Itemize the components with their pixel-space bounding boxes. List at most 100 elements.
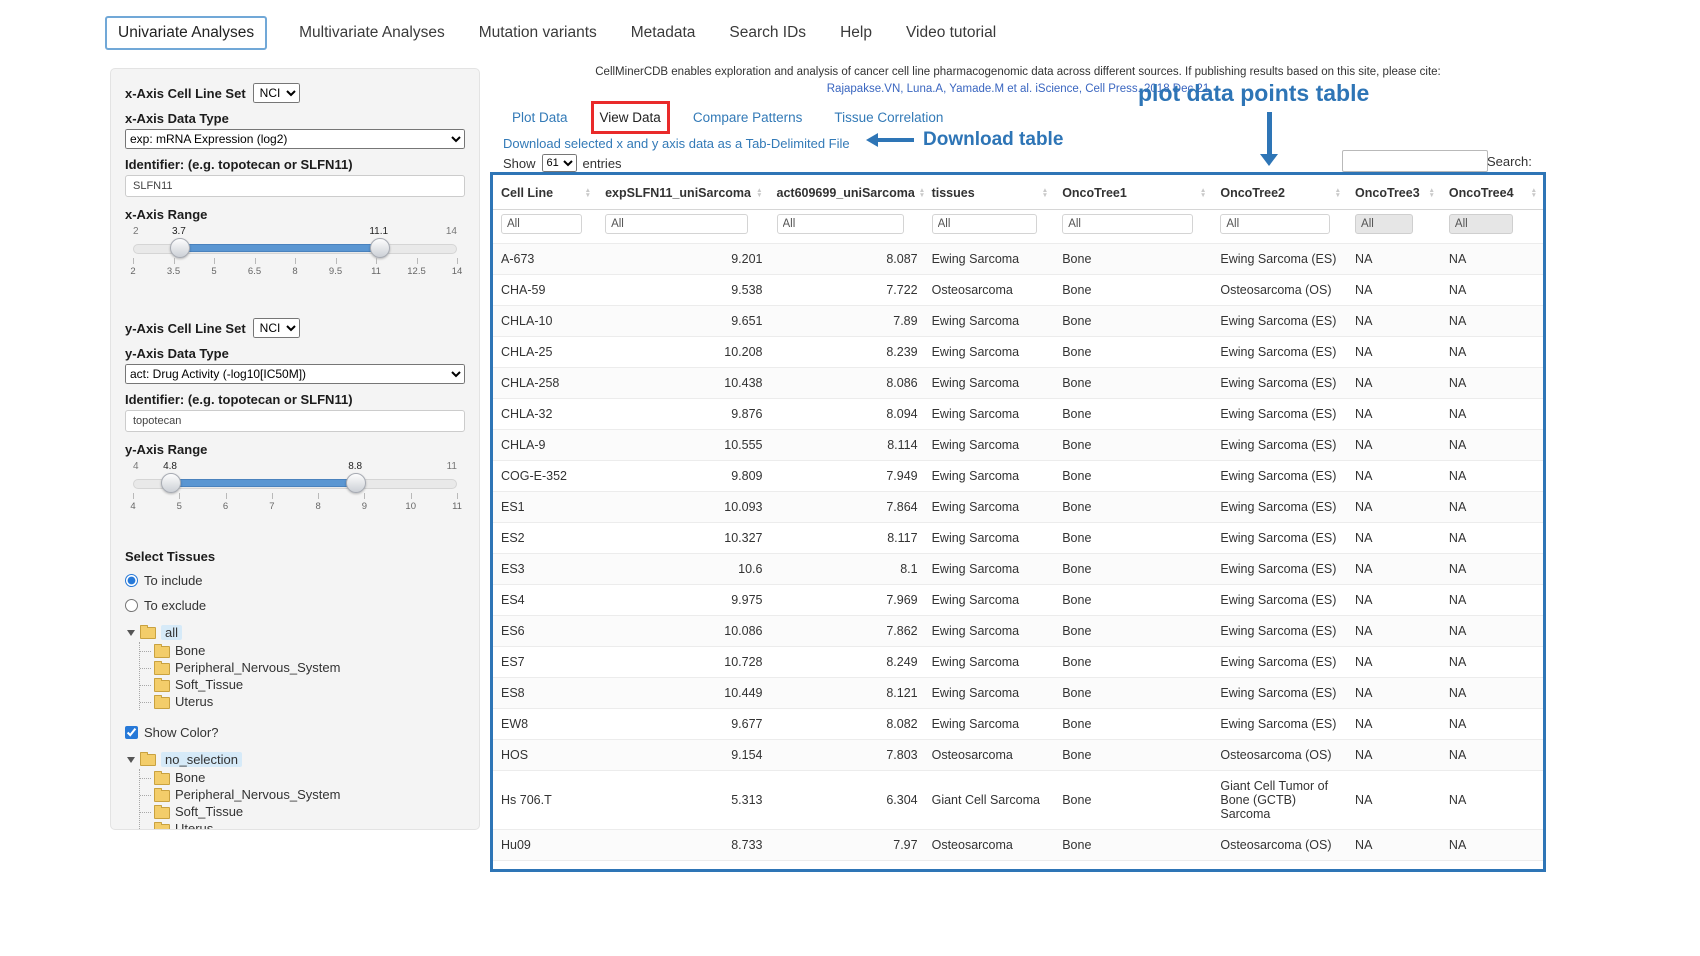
y-identifier-input[interactable] [125, 410, 465, 432]
column-header-tissues[interactable]: tissues▲▼ [924, 175, 1055, 210]
sort-icon[interactable]: ▲▼ [1428, 188, 1434, 198]
tree-node-bone[interactable]: Bone [154, 642, 465, 659]
x-data-type-select[interactable]: exp: mRNA Expression (log2) [125, 129, 465, 149]
show-label: Show [503, 156, 536, 171]
tree-node-label[interactable]: Uterus [175, 694, 213, 709]
tree-node-label[interactable]: Bone [175, 643, 205, 658]
x-slider-active-bar[interactable] [179, 244, 379, 252]
x-slider-handle-to[interactable] [370, 238, 390, 258]
sort-icon[interactable]: ▲▼ [585, 188, 591, 198]
sort-icon[interactable]: ▲▼ [1531, 188, 1537, 198]
show-color-row[interactable]: Show Color? [125, 723, 465, 741]
nav-tab-video-tutorial[interactable]: Video tutorial [904, 16, 998, 50]
table-row: KHOS NP8.3437.371OsteosarcomaBoneOsteosa… [493, 861, 1543, 873]
column-filter-oncotree2[interactable] [1220, 214, 1329, 234]
citation-text: CellMinerCDB enables exploration and ana… [595, 66, 1441, 78]
table-cell: 10.208 [597, 337, 768, 368]
tree-node-soft-tissue[interactable]: Soft_Tissue [154, 803, 465, 820]
sort-icon[interactable]: ▲▼ [1335, 188, 1341, 198]
tree-node-peripheral-nervous-system[interactable]: Peripheral_Nervous_System [154, 659, 465, 676]
table-cell: 8.733 [597, 830, 768, 861]
column-header-oncotree4[interactable]: OncoTree4▲▼ [1441, 175, 1543, 210]
y-cell-line-set-select[interactable]: NCI [253, 318, 300, 338]
x-slider-handle-from[interactable] [170, 238, 190, 258]
table-cell: KHOS NP [493, 861, 597, 873]
column-filter-oncotree1[interactable] [1062, 214, 1193, 234]
y-slider-handle-from[interactable] [161, 473, 181, 493]
subtab-view-data[interactable]: View Data [600, 110, 661, 125]
tree-node-label[interactable]: Soft_Tissue [175, 677, 243, 692]
tree-node-label[interactable]: Uterus [175, 821, 213, 830]
search-input[interactable] [1342, 150, 1488, 172]
sort-icon[interactable]: ▲▼ [756, 188, 762, 198]
nav-tab-multivariate-analyses[interactable]: Multivariate Analyses [297, 16, 447, 50]
subtab-compare-patterns[interactable]: Compare Patterns [693, 110, 803, 125]
x-identifier-input[interactable] [125, 175, 465, 197]
tree-node-bone[interactable]: Bone [154, 769, 465, 786]
sort-icon[interactable]: ▲▼ [1042, 188, 1048, 198]
include-tree-root-label[interactable]: all [161, 625, 182, 640]
tree-node-label[interactable]: Soft_Tissue [175, 804, 243, 819]
slider-tick [336, 258, 337, 264]
column-filter-oncotree3[interactable] [1355, 214, 1413, 234]
column-filter-cell-line[interactable] [501, 214, 582, 234]
entries-count-select[interactable]: 61 [542, 154, 577, 172]
subtab-plot-data[interactable]: Plot Data [512, 110, 568, 125]
y-slider-active-bar[interactable] [170, 479, 355, 487]
to-include-radio[interactable] [125, 574, 138, 587]
column-header-oncotree2[interactable]: OncoTree2▲▼ [1212, 175, 1347, 210]
table-row: Hs 706.T5.3136.304Giant Cell SarcomaBone… [493, 771, 1543, 830]
y-slider-grid: 4567891011 [133, 493, 457, 517]
nav-tab-help[interactable]: Help [838, 16, 874, 50]
sort-icon[interactable]: ▲▼ [919, 188, 924, 198]
column-header-oncotree3[interactable]: OncoTree3▲▼ [1347, 175, 1441, 210]
tree-node-uterus[interactable]: Uterus [154, 820, 465, 830]
column-header-cell-line[interactable]: Cell Line▲▼ [493, 175, 597, 210]
table-cell: 8.082 [769, 709, 924, 740]
column-filter-expslfn11-unisarcoma[interactable] [605, 214, 748, 234]
column-header-oncotree1[interactable]: OncoTree1▲▼ [1054, 175, 1212, 210]
x-cell-line-set-select[interactable]: NCI [253, 83, 300, 103]
tree-node-peripheral-nervous-system[interactable]: Peripheral_Nervous_System [154, 786, 465, 803]
download-tsv-link[interactable]: Download selected x and y axis data as a… [503, 136, 850, 151]
column-filter-oncotree4[interactable] [1449, 214, 1514, 234]
tree-node-label[interactable]: Bone [175, 770, 205, 785]
exclude-tree-root-label[interactable]: no_selection [161, 752, 242, 767]
y-slider-handle-to[interactable] [346, 473, 366, 493]
tree-node-label[interactable]: Peripheral_Nervous_System [175, 660, 340, 675]
column-filter-tissues[interactable] [932, 214, 1037, 234]
column-header-act609699-unisarcoma[interactable]: act609699_uniSarcoma▲▼ [769, 175, 924, 210]
table-cell: Osteosarcoma (OS) [1212, 830, 1347, 861]
show-color-checkbox[interactable] [125, 726, 138, 739]
sort-icon[interactable]: ▲▼ [1200, 188, 1206, 198]
table-cell: Bone [1054, 616, 1212, 647]
down-arrow-icon [1260, 112, 1278, 166]
citation-link[interactable]: Rajapakse.VN, Luna.A, Yamade.M et al. iS… [490, 83, 1546, 95]
nav-tab-metadata[interactable]: Metadata [629, 16, 698, 50]
column-filter-act609699-unisarcoma[interactable] [777, 214, 905, 234]
nav-tab-search-ids[interactable]: Search IDs [727, 16, 808, 50]
table-cell: NA [1441, 399, 1543, 430]
nav-tab-univariate-analyses[interactable]: Univariate Analyses [105, 16, 267, 50]
to-include-radio-row[interactable]: To include [125, 571, 465, 589]
table-cell: Bone [1054, 275, 1212, 306]
slider-tick [411, 493, 412, 499]
table-cell: ES3 [493, 554, 597, 585]
column-header-expslfn11-unisarcoma[interactable]: expSLFN11_uniSarcoma▲▼ [597, 175, 768, 210]
to-exclude-radio[interactable] [125, 599, 138, 612]
x-cell-line-set-label: x-Axis Cell Line Set [125, 86, 246, 101]
nav-tab-mutation-variants[interactable]: Mutation variants [477, 16, 599, 50]
subtab-tissue-correlation[interactable]: Tissue Correlation [834, 110, 943, 125]
tree-node-soft-tissue[interactable]: Soft_Tissue [154, 676, 465, 693]
x-axis-range-slider[interactable]: 2 14 3.7 11.1 23.556.589.51112.514 [133, 238, 457, 290]
tree-caret-icon[interactable] [127, 757, 135, 763]
to-exclude-radio-row[interactable]: To exclude [125, 596, 465, 614]
y-axis-range-slider[interactable]: 4 11 4.8 8.8 4567891011 [133, 473, 457, 525]
table-cell: Ewing Sarcoma [924, 616, 1055, 647]
table-cell: 7.722 [769, 275, 924, 306]
tree-node-uterus[interactable]: Uterus [154, 693, 465, 710]
table-row: CHLA-329.8768.094Ewing SarcomaBoneEwing … [493, 399, 1543, 430]
tree-node-label[interactable]: Peripheral_Nervous_System [175, 787, 340, 802]
y-data-type-select[interactable]: act: Drug Activity (-log10[IC50M]) [125, 364, 465, 384]
tree-caret-icon[interactable] [127, 630, 135, 636]
